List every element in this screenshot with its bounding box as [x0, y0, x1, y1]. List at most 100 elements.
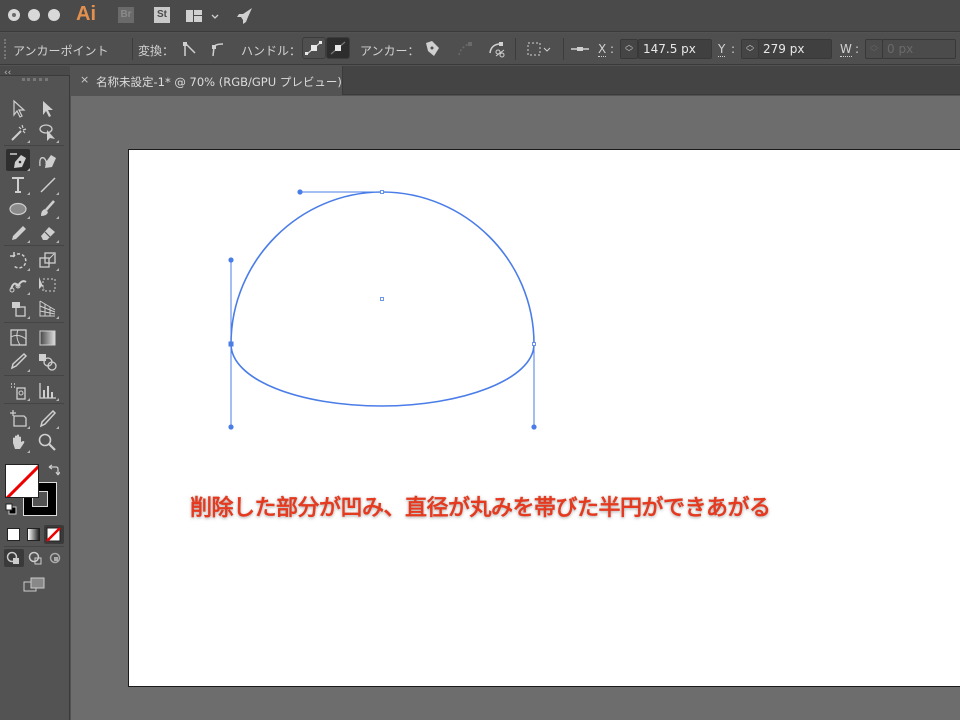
perspective-grid-tool[interactable]	[35, 297, 59, 319]
magic-wand-icon	[11, 124, 27, 141]
x-label: X	[598, 42, 607, 57]
mesh-tool[interactable]	[6, 326, 30, 348]
scale-tool[interactable]	[35, 249, 59, 271]
isolate-selection-icon[interactable]	[525, 39, 553, 59]
document-tab-bar: × 名称未設定-1* @ 70% (RGB/GPU プレビュー)	[71, 66, 960, 95]
curvature-icon	[39, 155, 56, 168]
eyedropper-tool[interactable]	[6, 350, 30, 372]
artboard-tool[interactable]	[6, 407, 30, 429]
zoom-icon	[38, 433, 56, 451]
screen-mode-icon[interactable]	[22, 576, 46, 594]
show-handles-button[interactable]	[302, 37, 326, 59]
slice-tool[interactable]	[35, 407, 59, 429]
selection-icon	[13, 99, 26, 118]
rotate-icon	[10, 252, 27, 269]
window-minimize-button[interactable]	[28, 9, 40, 21]
draw-inside-icon[interactable]	[46, 549, 66, 567]
cut-path-at-anchor-icon[interactable]	[486, 39, 506, 59]
draw-behind-icon[interactable]	[26, 549, 46, 567]
workspace-layout-button[interactable]	[186, 8, 222, 24]
direct-selection-icon	[43, 101, 53, 117]
pen-tool[interactable]	[6, 149, 30, 171]
y-field[interactable]: 279 px	[758, 39, 832, 59]
shape-builder-tool[interactable]	[6, 297, 30, 319]
curvature-tool[interactable]	[35, 149, 59, 171]
convert-to-smooth-icon[interactable]	[208, 39, 228, 59]
divider	[4, 145, 64, 146]
close-tab-icon[interactable]: ×	[80, 73, 89, 86]
ellipse-tool[interactable]	[6, 197, 30, 219]
symbol-sprayer-icon	[11, 383, 26, 400]
more-tools-indicator	[27, 426, 30, 429]
gradient-tool[interactable]	[35, 326, 59, 348]
more-tools-indicator	[27, 140, 30, 143]
w-stepper: ︿ ﹀	[865, 39, 883, 59]
eraser-tool[interactable]	[35, 221, 59, 243]
x-field[interactable]: 147.5 px	[638, 39, 712, 59]
convert-label: 変換：	[138, 44, 175, 58]
show-handles-icon	[305, 41, 322, 55]
bridge-button[interactable]: Br	[118, 7, 134, 23]
magic-wand-tool[interactable]	[6, 121, 30, 143]
default-fill-stroke-icon[interactable]	[5, 503, 17, 515]
tools-panel: ‹‹	[0, 66, 70, 720]
pen-icon	[10, 153, 26, 168]
swap-fill-stroke-icon[interactable]	[48, 464, 60, 476]
more-tools-indicator	[27, 450, 30, 453]
blend-tool[interactable]	[35, 350, 59, 372]
rotate-tool[interactable]	[6, 249, 30, 271]
more-tools-indicator	[56, 268, 59, 271]
handles-label: ハンドル：	[241, 44, 302, 58]
more-tools-indicator	[27, 268, 30, 271]
fill-swatch[interactable]	[5, 464, 39, 498]
hand-tool[interactable]	[6, 431, 30, 453]
zoom-tool[interactable]	[35, 431, 59, 453]
lasso-tool[interactable]	[35, 121, 59, 143]
paintbrush-tool[interactable]	[35, 197, 59, 219]
type-tool[interactable]	[6, 173, 30, 195]
perspective-grid-icon	[39, 300, 56, 317]
puppet-warp-tool[interactable]	[6, 273, 30, 295]
free-transform-tool[interactable]	[35, 273, 59, 295]
gradient-button[interactable]	[27, 528, 40, 541]
divider	[132, 38, 133, 60]
draw-normal-button[interactable]	[4, 549, 24, 567]
none-button[interactable]	[44, 525, 64, 544]
collapse-panel-button[interactable]: ‹‹	[4, 68, 11, 78]
convert-to-corner-icon[interactable]	[180, 39, 200, 59]
paintbrush-icon	[41, 200, 55, 216]
line-segment-icon	[40, 177, 56, 193]
title-bar: Ai Br St	[0, 0, 960, 32]
control-bar-grip[interactable]	[4, 39, 6, 59]
y-stepper[interactable]: ︿ ﹀	[741, 39, 759, 59]
hand-icon	[13, 434, 25, 449]
column-graph-icon	[39, 383, 56, 399]
pencil-tool[interactable]	[6, 221, 30, 243]
layout-grid-icon	[186, 10, 219, 22]
direct-selection-tool[interactable]	[35, 97, 59, 119]
gpu-performance-icon[interactable]	[235, 6, 255, 26]
more-tools-indicator	[56, 140, 59, 143]
artboard[interactable]	[128, 149, 960, 687]
stock-button[interactable]: St	[154, 7, 170, 23]
pencil-icon	[12, 226, 26, 240]
hide-handles-button[interactable]	[326, 37, 350, 59]
symbol-sprayer-tool[interactable]	[6, 379, 30, 401]
color-button[interactable]	[7, 528, 20, 541]
anchors-label: アンカー：	[360, 44, 420, 58]
divider	[563, 38, 564, 60]
eyedropper-icon	[10, 352, 28, 370]
window-close-button[interactable]	[8, 9, 20, 21]
x-stepper[interactable]: ︿ ﹀	[620, 39, 638, 59]
mesh-icon	[10, 329, 27, 346]
align-stroke-icon[interactable]	[570, 39, 590, 59]
line-segment-tool[interactable]	[35, 173, 59, 195]
shape-builder-icon	[12, 302, 26, 317]
panel-grip[interactable]	[22, 78, 48, 81]
window-zoom-button[interactable]	[48, 9, 60, 21]
remove-anchor-pen-icon[interactable]	[423, 39, 443, 59]
artboard-icon	[10, 410, 27, 427]
document-tab[interactable]: × 名称未設定-1* @ 70% (RGB/GPU プレビュー)	[71, 66, 343, 95]
column-graph-tool[interactable]	[35, 379, 59, 401]
selection-tool[interactable]	[6, 97, 30, 119]
